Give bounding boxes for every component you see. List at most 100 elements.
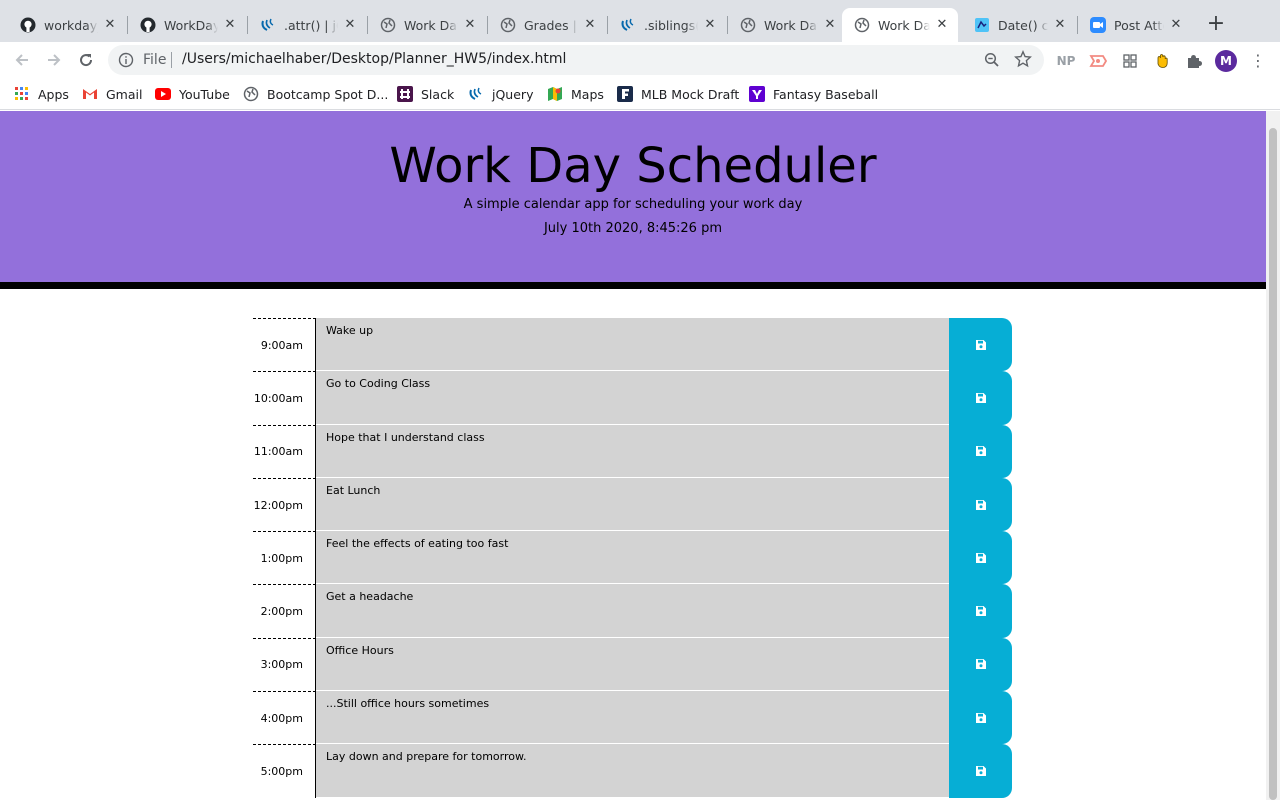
close-icon[interactable]: ✕ xyxy=(582,17,598,33)
description-textarea[interactable]: Get a headache xyxy=(316,584,949,638)
url-text[interactable]: /Users/michaelhaber/Desktop/Planner_HW5/… xyxy=(182,51,566,67)
save-button[interactable] xyxy=(949,371,1012,425)
save-button[interactable] xyxy=(949,424,1012,478)
info-icon[interactable] xyxy=(118,52,134,68)
hour-label: 3:00pm xyxy=(253,637,316,692)
floppy-disk-icon xyxy=(975,392,986,403)
hour-label: 10:00am xyxy=(253,371,316,425)
description-textarea[interactable]: Go to Coding Class xyxy=(316,371,949,425)
bookmark-maps[interactable]: Maps xyxy=(547,85,604,103)
tab-10[interactable]: Post Atte ✕ xyxy=(1078,8,1192,42)
reload-icon xyxy=(80,54,93,67)
description-textarea[interactable]: ...Still office hours sometimes xyxy=(316,691,949,745)
bookmark-jquery[interactable]: jQuery xyxy=(468,85,533,103)
zoom-out-icon[interactable] xyxy=(984,52,1000,68)
scrollbar-thumb[interactable] xyxy=(1269,128,1277,800)
floppy-disk-icon xyxy=(975,712,986,723)
floppy-disk-icon xyxy=(975,446,986,457)
current-day: July 10th 2020, 8:45:26 pm xyxy=(543,221,723,236)
close-icon[interactable]: ✕ xyxy=(934,17,950,33)
tab-title: Date() co xyxy=(998,17,1048,33)
bookmark-mlb-mock-draft[interactable]: MLB Mock Draft xyxy=(617,85,739,103)
hour-label: 2:00pm xyxy=(253,584,316,638)
save-button[interactable] xyxy=(949,584,1012,638)
bookmark-label: YouTube xyxy=(179,86,230,102)
tab-6[interactable]: .siblings() ✕ xyxy=(608,8,726,42)
save-button[interactable] xyxy=(949,531,1012,585)
tab-2[interactable]: WorkDayS ✕ xyxy=(128,8,246,42)
close-icon[interactable]: ✕ xyxy=(702,17,718,33)
save-button[interactable] xyxy=(949,744,1012,798)
tab-strip: workday_ ✕ WorkDayS ✕ .attr() | jQ ✕ Wor… xyxy=(0,0,1280,42)
description-textarea[interactable]: Office Hours xyxy=(316,637,949,692)
description-textarea[interactable]: Eat Lunch xyxy=(316,477,949,532)
hour-label: 4:00pm xyxy=(253,691,316,745)
tab-1[interactable]: workday_ ✕ xyxy=(8,8,126,42)
floppy-disk-icon xyxy=(975,339,986,350)
vertical-scrollbar[interactable] xyxy=(1266,111,1280,800)
url-scheme: File xyxy=(143,52,167,68)
cast-icon[interactable] xyxy=(1088,51,1108,71)
menu-kebab-icon[interactable]: ⋮ xyxy=(1250,50,1266,72)
globe-icon xyxy=(500,17,516,33)
tab-5[interactable]: Grades | B ✕ xyxy=(488,8,606,42)
zoom-video-icon xyxy=(1090,17,1106,33)
jquery-icon xyxy=(260,17,276,33)
youtube-icon xyxy=(155,86,171,102)
close-icon[interactable]: ✕ xyxy=(222,17,238,33)
close-icon[interactable]: ✕ xyxy=(1052,17,1068,33)
time-block-row: 2:00pm Get a headache xyxy=(253,584,1013,638)
new-tab-button[interactable]: + xyxy=(1204,13,1228,37)
forward-button[interactable] xyxy=(42,48,66,72)
globe-icon xyxy=(740,17,756,33)
page-viewport: Work Day Scheduler A simple calendar app… xyxy=(0,111,1266,800)
puzzle-icon[interactable] xyxy=(1184,51,1204,71)
close-icon[interactable]: ✕ xyxy=(1168,17,1184,33)
tab-title: WorkDayS xyxy=(164,17,218,33)
close-icon[interactable]: ✕ xyxy=(822,17,838,33)
maps-icon xyxy=(547,86,563,102)
bookmark-fantasy-baseball[interactable]: Fantasy Baseball xyxy=(749,85,878,103)
close-icon[interactable]: ✕ xyxy=(102,17,118,33)
reload-button[interactable] xyxy=(74,48,98,72)
save-button[interactable] xyxy=(949,637,1012,692)
bookmark-apps[interactable]: Apps xyxy=(14,85,69,103)
close-icon[interactable]: ✕ xyxy=(462,17,478,33)
tab-3[interactable]: .attr() | jQ ✕ xyxy=(248,8,366,42)
bookmark-youtube[interactable]: YouTube xyxy=(155,85,230,103)
description-textarea[interactable]: Feel the effects of eating too fast xyxy=(316,531,949,585)
tab-8-active[interactable]: Work Day ✕ xyxy=(842,8,958,42)
time-block-row: 3:00pm Office Hours xyxy=(253,637,1013,692)
hand-icon[interactable] xyxy=(1152,51,1172,71)
description-textarea[interactable]: Lay down and prepare for tomorrow. xyxy=(316,744,949,798)
close-icon[interactable]: ✕ xyxy=(342,17,358,33)
tab-9[interactable]: Date() co ✕ xyxy=(962,8,1076,42)
tab-7[interactable]: Work Day ✕ xyxy=(728,8,846,42)
grid-icon[interactable] xyxy=(1120,51,1140,71)
arrow-right-icon xyxy=(48,54,61,66)
address-bar[interactable]: File /Users/michaelhaber/Desktop/Planner… xyxy=(108,45,1044,75)
github-icon xyxy=(140,17,156,33)
bookmark-star-icon[interactable] xyxy=(1014,50,1032,68)
tab-4[interactable]: Work Day ✕ xyxy=(368,8,486,42)
hour-label: 11:00am xyxy=(253,424,316,478)
save-button[interactable] xyxy=(949,691,1012,745)
apps-grid-icon xyxy=(14,86,30,102)
description-textarea[interactable]: Wake up xyxy=(316,318,949,372)
arrow-left-icon xyxy=(15,54,28,66)
back-button[interactable] xyxy=(10,48,34,72)
tab-title: Work Day xyxy=(404,17,458,33)
description-textarea[interactable]: Hope that I understand class xyxy=(316,424,949,478)
hour-label: 1:00pm xyxy=(253,531,316,585)
time-block-container: 9:00am Wake up 10:00am Go to Coding Clas… xyxy=(253,318,1013,798)
bookmark-bootcamp-spot[interactable]: Bootcamp Spot D... xyxy=(243,85,388,103)
bookmark-label: Gmail xyxy=(106,86,143,102)
floppy-disk-icon xyxy=(975,552,986,563)
np-extension[interactable]: NP xyxy=(1056,51,1076,71)
save-button[interactable] xyxy=(949,477,1012,532)
save-button[interactable] xyxy=(949,318,1012,372)
bookmark-slack[interactable]: Slack xyxy=(397,85,454,103)
globe-icon xyxy=(243,86,259,102)
profile-avatar[interactable]: M xyxy=(1215,50,1237,72)
bookmark-gmail[interactable]: Gmail xyxy=(82,85,142,103)
